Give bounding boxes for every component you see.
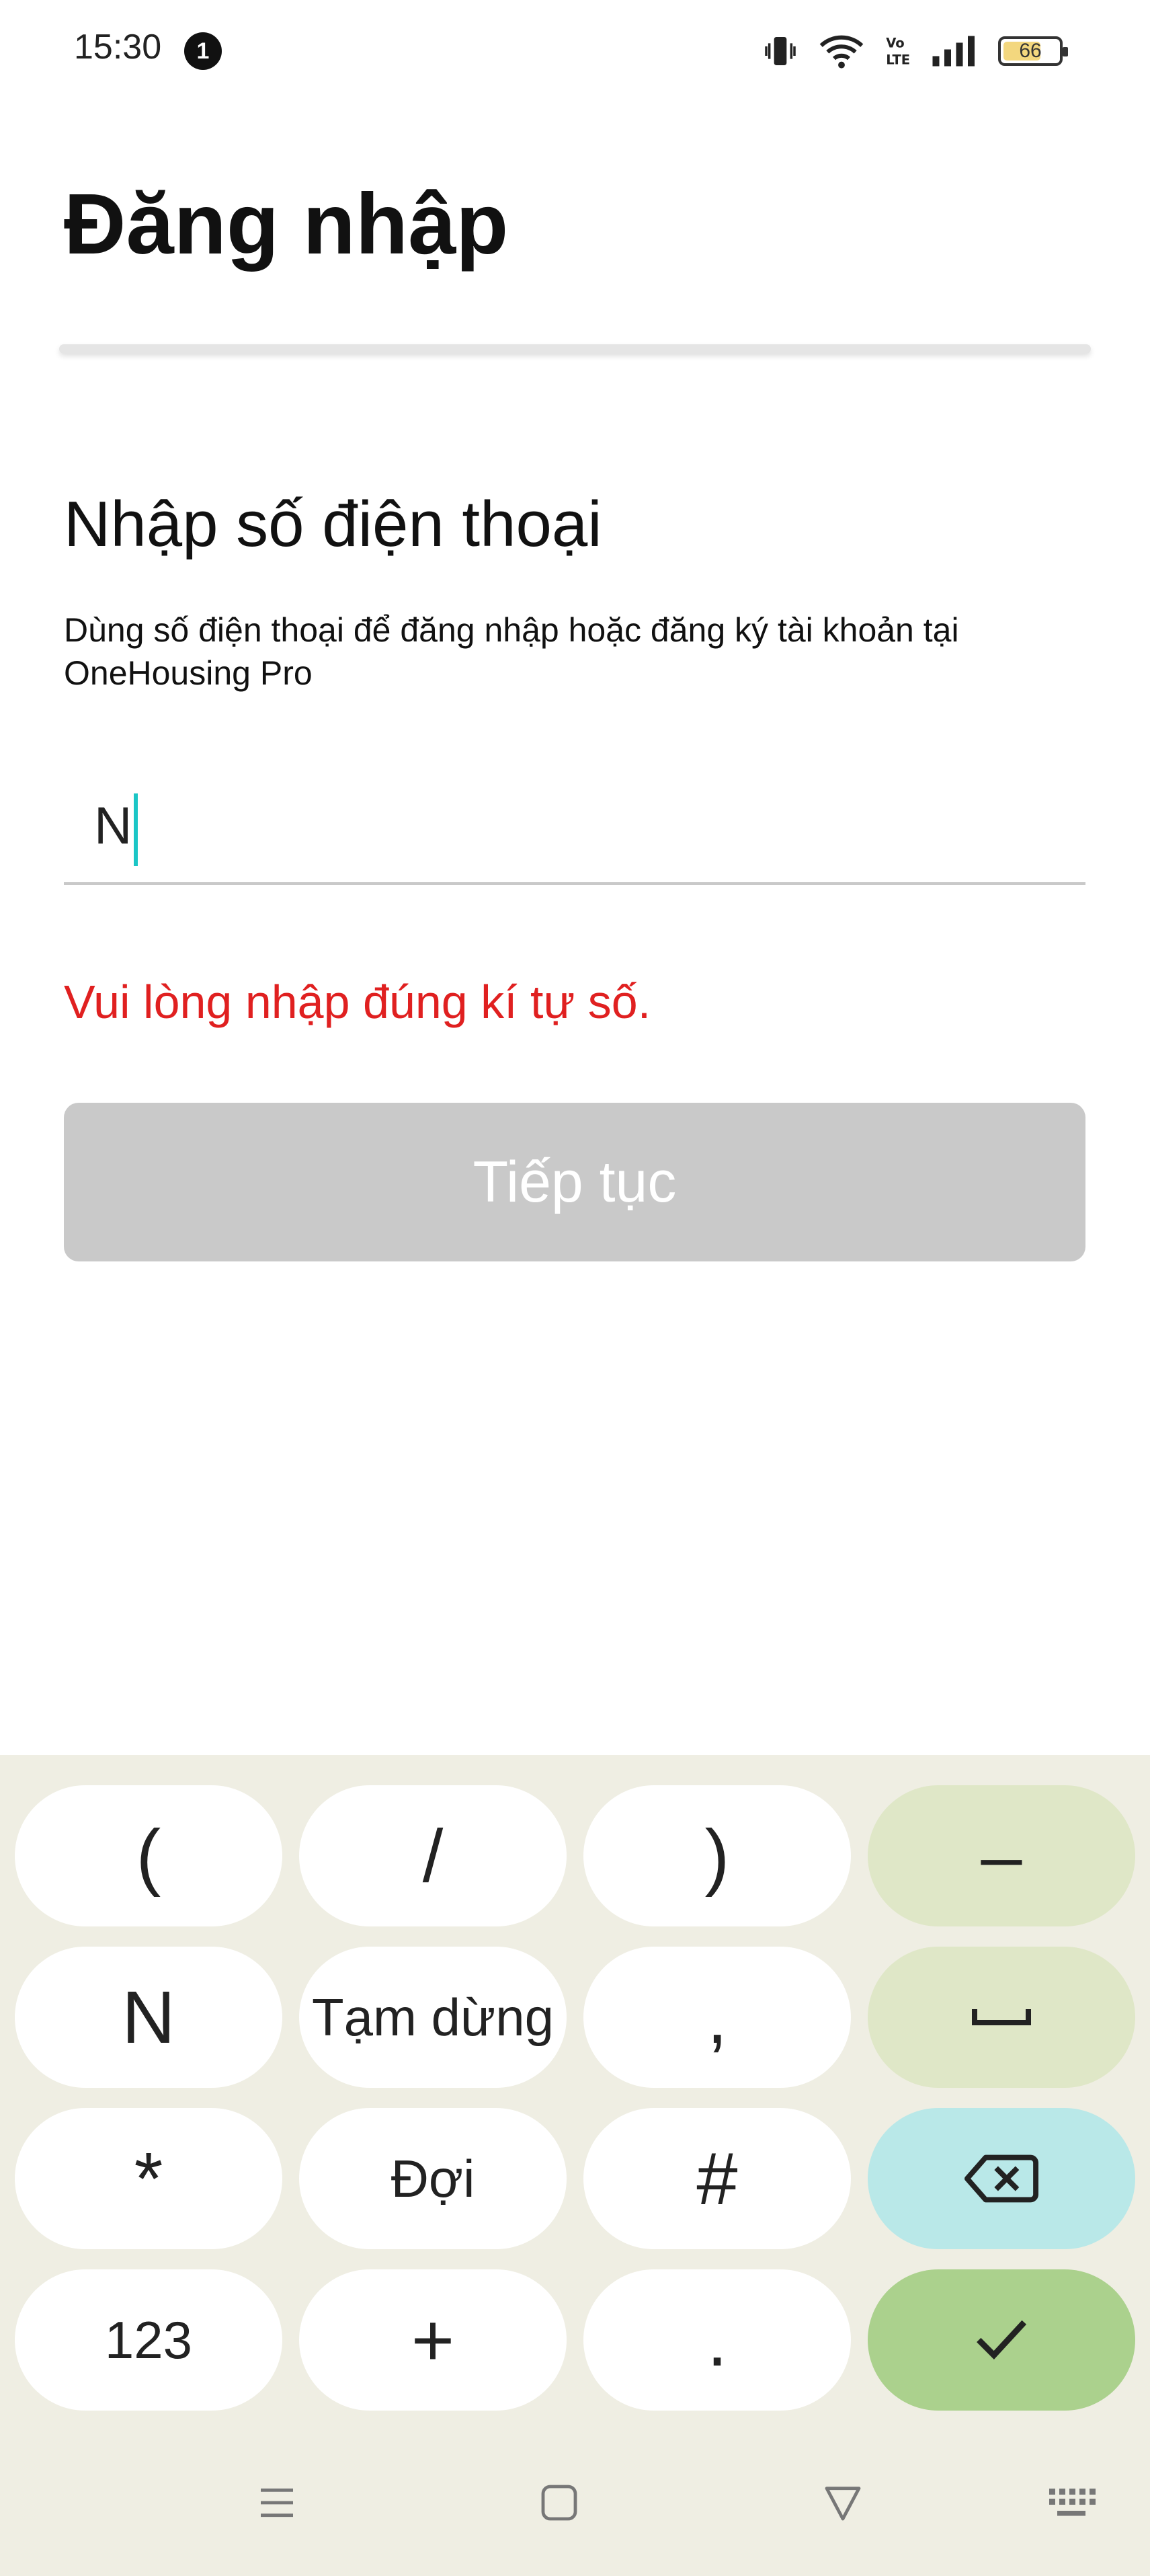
key-slash[interactable]: /: [299, 1785, 567, 1926]
continue-button-label: Tiếp tục: [473, 1149, 677, 1214]
checkmark-icon: [977, 2320, 1027, 2359]
svg-text:LTE: LTE: [886, 52, 910, 68]
system-nav-bar: [0, 2448, 1150, 2569]
key-hash[interactable]: #: [583, 2108, 851, 2249]
signal-icon: [932, 36, 975, 67]
recent-apps-icon[interactable]: [255, 2481, 298, 2524]
key-dash[interactable]: –: [868, 1785, 1135, 1926]
key-space[interactable]: [868, 1947, 1135, 2088]
status-icons: Vo LTE 66: [762, 32, 1068, 70]
key-open-paren[interactable]: (: [15, 1785, 282, 1926]
key-123[interactable]: 123: [15, 2269, 282, 2411]
key-plus[interactable]: +: [299, 2269, 567, 2411]
continue-button[interactable]: Tiếp tục: [64, 1103, 1085, 1261]
page-title: Đăng nhập: [64, 176, 509, 272]
key-close-paren[interactable]: ): [583, 1785, 851, 1926]
key-star[interactable]: *: [15, 2108, 282, 2249]
svg-text:Vo: Vo: [886, 35, 905, 50]
key-dot[interactable]: .: [583, 2269, 851, 2411]
phone-input-value: N: [94, 793, 138, 866]
key-done[interactable]: [868, 2269, 1135, 2411]
text-caret: [134, 793, 138, 866]
key-n[interactable]: N: [15, 1947, 282, 2088]
key-wait[interactable]: Đợi: [299, 2108, 567, 2249]
space-icon: [972, 2009, 1031, 2025]
key-pause[interactable]: Tạm dừng: [299, 1947, 567, 2088]
section-title: Nhập số điện thoại: [64, 488, 602, 560]
backspace-icon: [964, 2154, 1038, 2203]
back-icon[interactable]: [821, 2481, 864, 2524]
wifi-icon: [819, 35, 864, 69]
volte-icon: Vo LTE: [886, 35, 910, 68]
battery-level: 66: [1019, 40, 1042, 62]
section-description: Dùng số điện thoại để đăng nhập hoặc đăn…: [64, 611, 959, 692]
notification-badge: 1: [184, 32, 222, 70]
header-divider: [59, 344, 1091, 354]
vibrate-icon: [765, 37, 796, 65]
phone-input[interactable]: N: [64, 773, 1085, 885]
key-backspace[interactable]: [868, 2108, 1135, 2249]
home-icon[interactable]: [538, 2481, 581, 2524]
error-message: Vui lòng nhập đúng kí tự số.: [64, 976, 651, 1028]
status-time: 15:30: [74, 28, 162, 67]
phone-input-text: N: [94, 795, 132, 855]
keyboard-switch-icon[interactable]: [1045, 2483, 1098, 2523]
key-comma[interactable]: ,: [583, 1947, 851, 2088]
battery-icon: 66: [998, 36, 1068, 66]
